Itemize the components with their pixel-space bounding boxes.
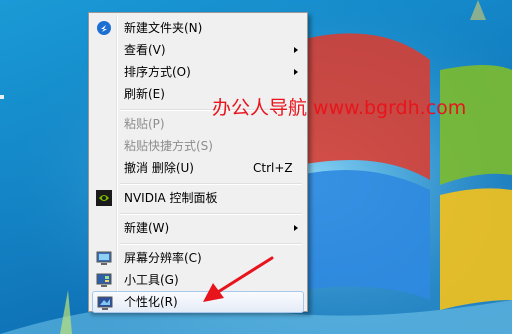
red-annotation-arrow-icon xyxy=(203,256,274,302)
